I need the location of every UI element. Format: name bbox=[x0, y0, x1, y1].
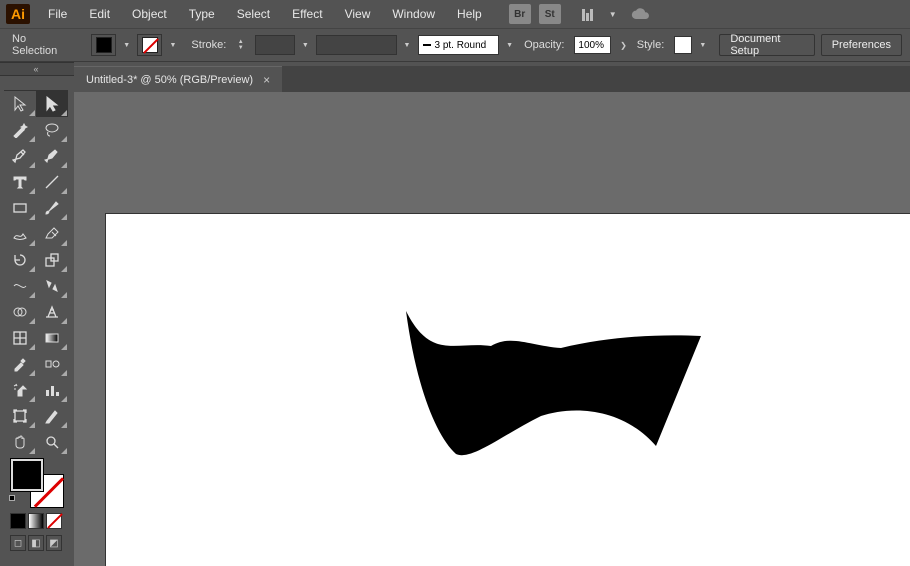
bridge-icon[interactable]: Br bbox=[509, 4, 531, 24]
lasso-tool[interactable] bbox=[36, 117, 68, 143]
scale-tool[interactable] bbox=[36, 247, 68, 273]
graphic-style[interactable] bbox=[674, 36, 692, 54]
shape-builder-tool[interactable] bbox=[4, 299, 36, 325]
stroke-swatch[interactable] bbox=[137, 34, 162, 56]
chevron-down-icon[interactable]: ▼ bbox=[609, 10, 617, 19]
artboard bbox=[106, 214, 910, 566]
document-tab-title: Untitled-3* @ 50% (RGB/Preview) bbox=[86, 74, 253, 86]
menu-object[interactable]: Object bbox=[122, 3, 177, 25]
line-segment-tool[interactable] bbox=[36, 169, 68, 195]
color-mode-solid[interactable] bbox=[10, 513, 26, 529]
options-bar: No Selection ▼ ▼ Stroke: ▲▼ ▼ ▼ 3 pt. Ro… bbox=[0, 28, 910, 62]
document-setup-button[interactable]: Document Setup bbox=[719, 34, 814, 56]
style-label: Style: bbox=[633, 37, 669, 53]
menu-file[interactable]: File bbox=[38, 3, 77, 25]
blend-tool[interactable] bbox=[36, 351, 68, 377]
vector-shape[interactable] bbox=[401, 306, 721, 476]
width-tool[interactable] bbox=[4, 273, 36, 299]
opacity-label: Opacity: bbox=[520, 37, 568, 53]
gradient-tool[interactable] bbox=[36, 325, 68, 351]
stroke-weight-stepper[interactable]: ▲▼ bbox=[236, 39, 245, 51]
fill-swatch[interactable] bbox=[91, 34, 116, 56]
rectangle-tool[interactable] bbox=[4, 195, 36, 221]
fill-dropdown[interactable]: ▼ bbox=[122, 42, 131, 49]
menu-help[interactable]: Help bbox=[447, 3, 492, 25]
stroke-weight-dropdown[interactable]: ▼ bbox=[301, 42, 310, 49]
curvature-tool[interactable] bbox=[36, 143, 68, 169]
stroke-weight-field[interactable] bbox=[255, 35, 295, 55]
column-graph-tool[interactable] bbox=[36, 377, 68, 403]
free-transform-tool[interactable] bbox=[36, 273, 68, 299]
swap-fill-stroke-icon[interactable] bbox=[9, 495, 21, 507]
brush-preview-icon bbox=[423, 44, 431, 46]
draw-inside-icon[interactable]: ◩ bbox=[46, 535, 62, 551]
paintbrush-tool[interactable] bbox=[36, 195, 68, 221]
gpu-cloud-icon[interactable] bbox=[631, 7, 651, 21]
direct-selection-tool[interactable] bbox=[36, 91, 68, 117]
slice-tool[interactable] bbox=[36, 403, 68, 429]
mesh-tool[interactable] bbox=[4, 325, 36, 351]
fill-color-swatch[interactable] bbox=[11, 459, 43, 491]
rotate-tool[interactable] bbox=[4, 247, 36, 273]
eraser-tool[interactable] bbox=[36, 221, 68, 247]
menu-view[interactable]: View bbox=[335, 3, 381, 25]
variable-width-profile[interactable] bbox=[316, 35, 397, 55]
color-mode-gradient[interactable] bbox=[28, 513, 44, 529]
document-tab-bar: Untitled-3* @ 50% (RGB/Preview) × bbox=[74, 66, 910, 92]
brush-definition[interactable]: 3 pt. Round bbox=[418, 35, 500, 55]
shaper-tool[interactable] bbox=[4, 221, 36, 247]
tool-panel: ◻ ◧ ◩ bbox=[4, 90, 68, 555]
style-dropdown[interactable]: ▼ bbox=[698, 42, 707, 49]
pen-tool[interactable] bbox=[4, 143, 36, 169]
opacity-arrow-icon[interactable]: ❯ bbox=[620, 41, 627, 50]
preferences-button[interactable]: Preferences bbox=[821, 34, 902, 56]
stroke-swatch-dropdown[interactable]: ▼ bbox=[168, 42, 177, 49]
app-logo: Ai bbox=[6, 4, 30, 24]
magic-wand-tool[interactable] bbox=[4, 117, 36, 143]
menu-select[interactable]: Select bbox=[227, 3, 280, 25]
hand-tool[interactable] bbox=[4, 429, 36, 455]
brush-name: 3 pt. Round bbox=[435, 40, 487, 51]
zoom-tool[interactable] bbox=[36, 429, 68, 455]
selection-tool[interactable] bbox=[4, 91, 36, 117]
perspective-grid-tool[interactable] bbox=[36, 299, 68, 325]
close-icon[interactable]: × bbox=[263, 73, 270, 87]
draw-normal-icon[interactable]: ◻ bbox=[10, 535, 26, 551]
menubar: Ai File Edit Object Type Select Effect V… bbox=[0, 0, 910, 28]
variable-width-dropdown[interactable]: ▼ bbox=[403, 42, 412, 49]
color-mode-none[interactable] bbox=[46, 513, 62, 529]
color-swatch-area: ◻ ◧ ◩ bbox=[4, 455, 68, 555]
stock-icon[interactable]: St bbox=[539, 4, 561, 24]
draw-behind-icon[interactable]: ◧ bbox=[28, 535, 44, 551]
menu-edit[interactable]: Edit bbox=[79, 3, 120, 25]
panel-collapse-strip[interactable]: « bbox=[0, 62, 74, 76]
canvas-area[interactable] bbox=[74, 92, 910, 566]
menu-window[interactable]: Window bbox=[382, 3, 445, 25]
selection-status: No Selection bbox=[8, 31, 72, 59]
stroke-label: Stroke: bbox=[187, 37, 230, 53]
eyedropper-tool[interactable] bbox=[4, 351, 36, 377]
brush-dropdown[interactable]: ▼ bbox=[505, 42, 514, 49]
menu-effect[interactable]: Effect bbox=[282, 3, 332, 25]
arrange-documents-icon[interactable] bbox=[582, 7, 600, 21]
opacity-field[interactable]: 100% bbox=[574, 36, 611, 54]
document-tab[interactable]: Untitled-3* @ 50% (RGB/Preview) × bbox=[74, 66, 282, 92]
menu-type[interactable]: Type bbox=[179, 3, 225, 25]
type-tool[interactable] bbox=[4, 169, 36, 195]
symbol-sprayer-tool[interactable] bbox=[4, 377, 36, 403]
artboard-tool[interactable] bbox=[4, 403, 36, 429]
